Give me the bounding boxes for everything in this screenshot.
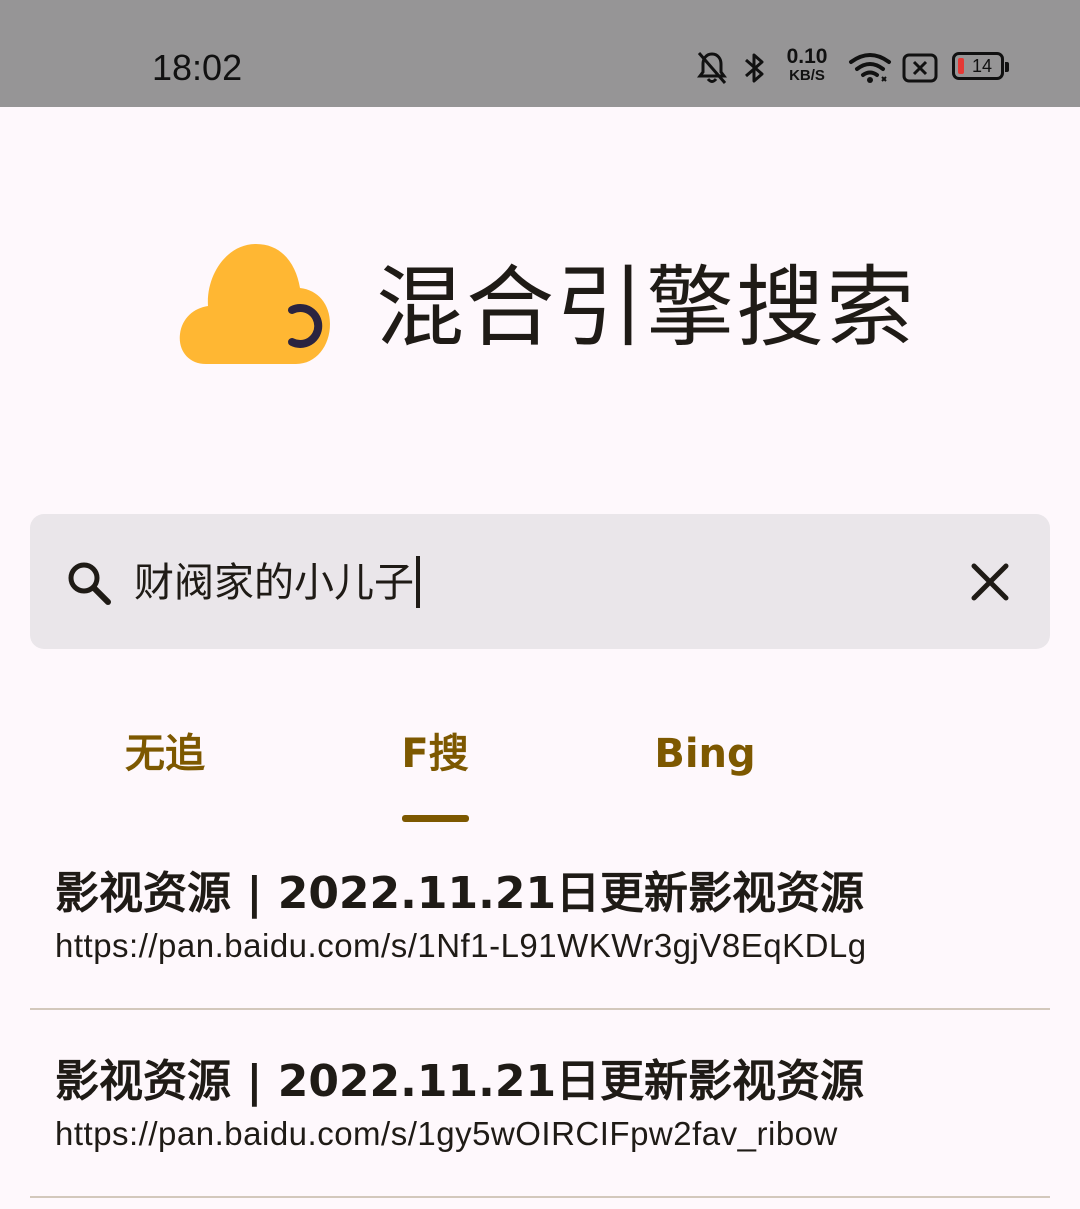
bluetooth-icon [745,53,764,83]
result-divider [30,1196,1050,1198]
search-input[interactable]: 财阀家的小儿子 [134,556,420,611]
network-speed: 0.10 KB/S [783,46,831,84]
result-title: 影视资源 | 2022.11.21日更新影视资源 [55,868,865,919]
sim-off-icon [902,53,938,83]
bell-off-icon [697,52,727,84]
search-icon[interactable] [64,558,114,608]
network-speed-value: 0.10 [786,45,828,68]
result-item[interactable]: 影视资源 | 2022.11.21日更新影视资源 https://pan.bai… [30,1054,1050,1200]
network-speed-unit: KB/S [789,67,825,84]
text-cursor [416,556,420,608]
result-url: https://pan.baidu.com/s/1gy5wOIRCIFpw2fa… [55,1115,838,1152]
result-divider [30,1008,1050,1010]
tab-bing[interactable]: Bing [640,726,770,782]
result-url: https://pan.baidu.com/s/1Nf1-L91WKWr3gjV… [55,927,867,964]
app-title: 混合引擎搜索 [376,256,917,359]
battery-level: 14 [971,56,993,76]
result-title: 影视资源 | 2022.11.21日更新影视资源 [55,1056,865,1107]
result-item[interactable]: 影视资源 | 2022.11.21日更新影视资源 https://pan.bai… [30,866,1050,1010]
status-time: 18:02 [152,47,243,88]
search-query: 财阀家的小儿子 [134,560,414,606]
battery-fill [958,58,964,74]
tab-fsou[interactable]: F搜 [372,726,498,782]
battery-icon: 14 [952,52,1009,80]
wifi-icon [849,53,891,83]
status-bar: 18:02 0.10 KB/S 14 [0,0,1080,107]
cloud-moon-icon [179,244,330,364]
close-icon[interactable] [966,558,1014,606]
tab-indicator [402,815,469,822]
tab-wuzhui[interactable]: 无追 [100,726,230,782]
